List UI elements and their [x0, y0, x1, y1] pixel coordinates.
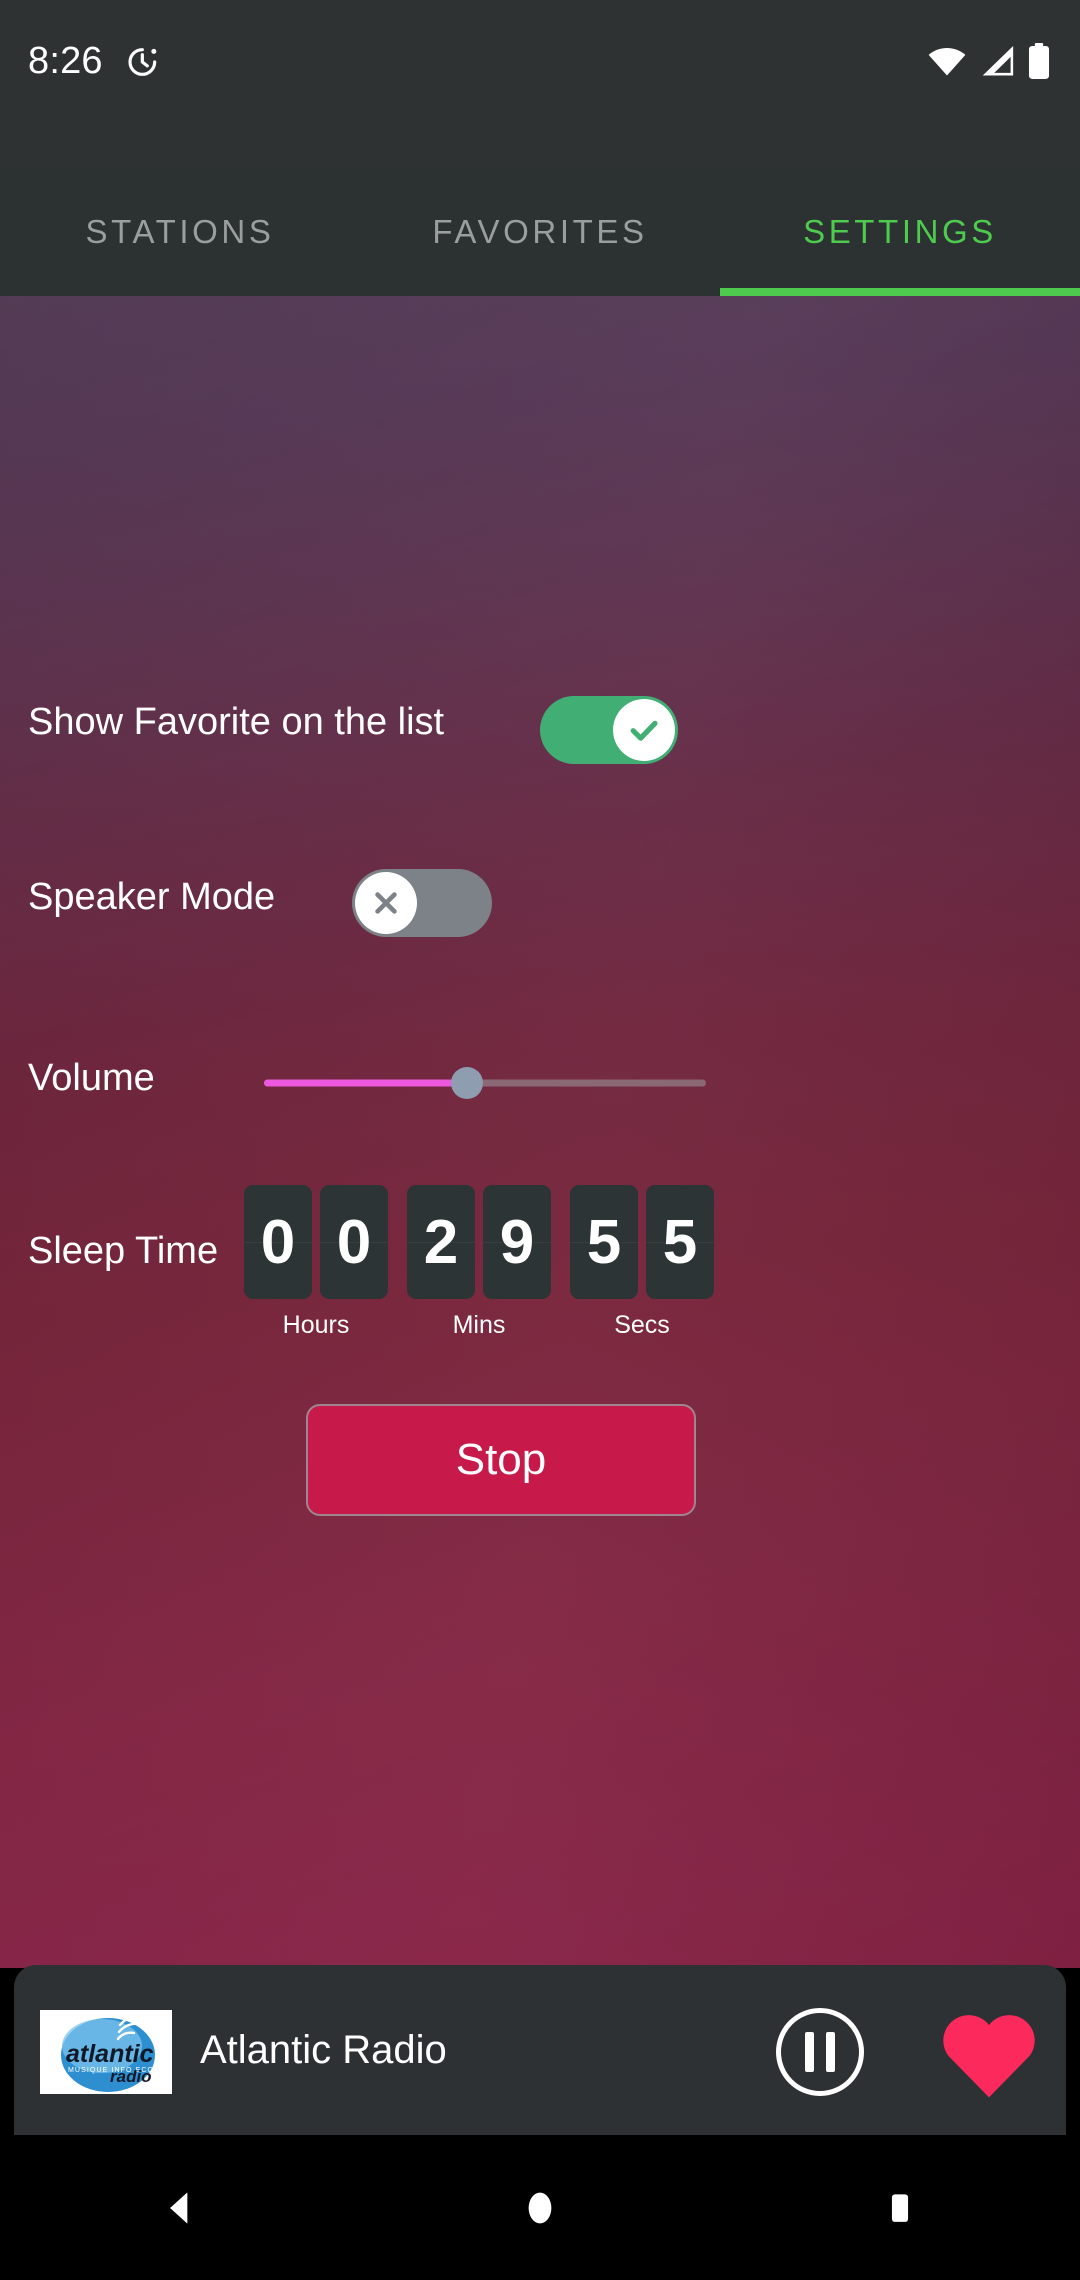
cellular-signal-icon [982, 46, 1014, 76]
volume-thumb[interactable] [451, 1067, 484, 1099]
toggle-knob [355, 872, 417, 934]
speaker-mode-label: Speaker Mode [28, 876, 276, 918]
pause-icon-bar [805, 2032, 814, 2072]
atlantic-radio-logo-icon: atlantic MUSIQUE INFO ECO radio [40, 2010, 172, 2094]
pause-icon-bar [826, 2032, 835, 2072]
sleep-time-label: Sleep Time [28, 1230, 219, 1272]
tab-bar: STATIONS FAVORITES SETTINGS [0, 168, 1080, 296]
recents-square-icon [891, 2193, 909, 2222]
sleep-unit-label: Mins [452, 1311, 506, 1339]
station-logo: atlantic MUSIQUE INFO ECO radio [40, 2010, 172, 2094]
svg-text:atlantic: atlantic [66, 2040, 154, 2068]
digit-box: 5 [646, 1185, 714, 1299]
tab-stations[interactable]: STATIONS [0, 168, 360, 296]
volume-fill [264, 1079, 468, 1087]
wifi-icon [928, 47, 966, 76]
status-bar-clock: 8:26 [28, 40, 103, 82]
stop-button[interactable]: Stop [306, 1404, 696, 1516]
show-favorite-label: Show Favorite on the list [28, 701, 445, 743]
android-nav-bar [0, 2135, 1080, 2280]
pause-button[interactable] [776, 2008, 864, 2096]
player-bar: atlantic MUSIQUE INFO ECO radio Atlantic… [14, 1965, 1066, 2135]
volume-slider[interactable] [264, 1060, 706, 1106]
heart-filled-icon [943, 2015, 1035, 2098]
sleep-unit-label: Hours [282, 1311, 350, 1339]
toggle-knob [613, 699, 675, 761]
speaker-mode-toggle[interactable] [352, 869, 492, 937]
nav-recents-button[interactable] [825, 2135, 975, 2280]
station-name: Atlantic Radio [200, 2027, 447, 2072]
sleep-time-group-hours[interactable]: 0 0 Hours [244, 1185, 388, 1340]
check-icon [630, 720, 658, 741]
volume-label: Volume [28, 1057, 155, 1099]
digit-box: 9 [483, 1185, 551, 1299]
home-circle-icon [528, 2192, 552, 2223]
tab-favorites[interactable]: FAVORITES [360, 168, 720, 296]
close-x-icon [375, 892, 397, 914]
svg-text:radio: radio [110, 2067, 152, 2086]
status-bar: 8:26 [0, 0, 1080, 168]
sleep-time-display: 0 0 Hours 2 9 Mins 5 5 Secs [244, 1185, 714, 1340]
nav-home-button[interactable] [465, 2135, 615, 2280]
battery-full-icon [1028, 43, 1050, 79]
status-bar-icons [926, 40, 1052, 82]
settings-panel: Show Favorite on the list Speaker Mode V… [0, 296, 1080, 1968]
phone-screen: 8:26 STATIONS FAVORITES SETTINGS Show Fa… [0, 0, 1080, 2280]
nav-back-button[interactable] [105, 2135, 255, 2280]
digit-box: 2 [407, 1185, 475, 1299]
back-triangle-icon [170, 2191, 188, 2224]
favorite-button[interactable] [934, 2001, 1044, 2101]
digit-box: 0 [244, 1185, 312, 1299]
digit-box: 0 [320, 1185, 388, 1299]
sleep-time-group-mins[interactable]: 2 9 Mins [407, 1185, 551, 1340]
alarm-clock-icon [128, 48, 157, 76]
digit-box: 5 [570, 1185, 638, 1299]
show-favorite-toggle[interactable] [540, 696, 678, 764]
sleep-time-group-secs[interactable]: 5 5 Secs [570, 1185, 714, 1340]
tab-settings[interactable]: SETTINGS [720, 168, 1080, 296]
sleep-unit-label: Secs [614, 1311, 670, 1339]
